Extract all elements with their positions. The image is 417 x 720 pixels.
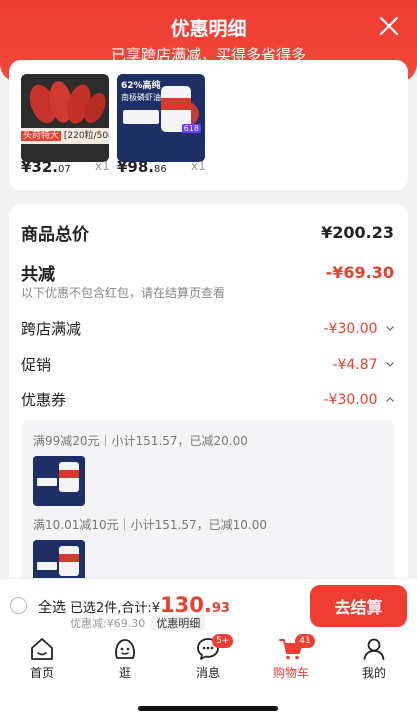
product-1-qty: x1 [95,159,110,173]
discount-summary-text: 优惠减:¥69.30 [70,617,146,630]
chevron-up-icon[interactable] [386,397,394,402]
explore-face-icon [115,639,135,659]
product-2-badge: 62%高纯 [121,81,161,91]
tab-explore-label: 逛 [118,666,131,680]
total-amount-dec: 93 [211,601,230,616]
tab-cart-label: 购物车 [272,666,309,680]
total-price-row: 商品总价 ¥200.23 [21,220,394,245]
total-price-value: ¥200.23 [321,223,394,242]
home-indicator [138,706,278,711]
coupon-row[interactable]: 优惠券 -¥30.00 [21,389,394,410]
selected-count-text: 已选2件,合计:¥ [70,601,161,616]
tab-cart[interactable]: 41 购物车 [259,634,323,681]
product-2-price: ¥98.86 [117,158,167,176]
product-image-2[interactable]: 62%高纯 南极磷虾油 618 [117,74,205,162]
discount-note: 以下优惠不包含红包，请在结算页查看 [21,286,226,300]
tab-home[interactable]: 首页 [10,636,74,681]
tab-explore[interactable]: 逛 [93,636,157,681]
promotion-value: -¥4.87 [332,356,378,373]
discount-line: 优惠减:¥69.30 优惠明细 [70,615,206,631]
coupon-line-2: 满10.01减10元｜小计151.57，已减10.00 [33,518,267,532]
total-amount-int: 130. [160,593,212,617]
product-1-label: 头莳特大 [21,131,62,141]
tab-profile[interactable]: 我的 [342,636,406,681]
select-all-label[interactable]: 全选 [38,597,66,617]
product-image-1[interactable]: 头莳特大 [220粒/50g] [21,74,109,162]
discount-total-label: 共减 [21,265,55,285]
product-2-tag: 618 [181,124,201,133]
tab-messages-label: 消息 [195,666,220,680]
total-price-label: 商品总价 [21,225,89,245]
product-2-qty: x1 [191,159,206,173]
close-icon[interactable] [377,14,401,38]
promotion-label: 促销 [21,356,52,374]
promotion-row[interactable]: 促销 -¥4.87 [21,354,394,375]
product-1-price: ¥32.07 [21,158,71,176]
coupon-label: 优惠券 [21,391,67,409]
tab-home-label: 首页 [29,666,54,680]
tab-messages[interactable]: 5+ 消息 [176,634,240,681]
discount-total-value: -¥69.30 [325,263,394,282]
profile-icon [363,638,385,660]
discount-detail-button[interactable]: 优惠明细 [151,615,206,631]
cross-store-discount-row[interactable]: 跨店满减 -¥30.00 [21,318,394,339]
total-line: 已选2件,合计:¥130.93 [70,593,230,617]
page-title: 优惠明细 [170,18,247,40]
cross-store-discount-label: 跨店满减 [21,320,82,338]
discount-total-row: 共减 -¥69.30 [21,260,394,285]
chevron-down-icon[interactable] [386,362,394,367]
coupon-line-1: 满99减20元｜小计151.57，已减20.00 [33,434,248,448]
coupon-product-thumb-1[interactable] [33,456,85,506]
messages-badge: 5+ [212,634,234,648]
cart-badge: 41 [295,634,315,648]
product-2-subtext: 南极磷虾油 [121,93,161,102]
chevron-down-icon[interactable] [386,326,394,331]
tab-profile-label: 我的 [361,666,386,680]
coupon-value: -¥30.00 [323,391,378,408]
product-1-spec: [220粒/50g] [63,131,109,141]
cross-store-discount-value: -¥30.00 [323,320,378,337]
product-card: 头莳特大 [220粒/50g] 62%高纯 南极磷虾油 618 ¥32.07 x… [9,60,408,190]
checkout-button[interactable]: 去结算 [310,585,407,627]
checkout-bar: 全选 已选2件,合计:¥130.93 优惠减:¥69.30 优惠明细 去结算 [0,578,417,632]
select-all-radio[interactable] [10,597,27,614]
home-icon [31,638,53,660]
